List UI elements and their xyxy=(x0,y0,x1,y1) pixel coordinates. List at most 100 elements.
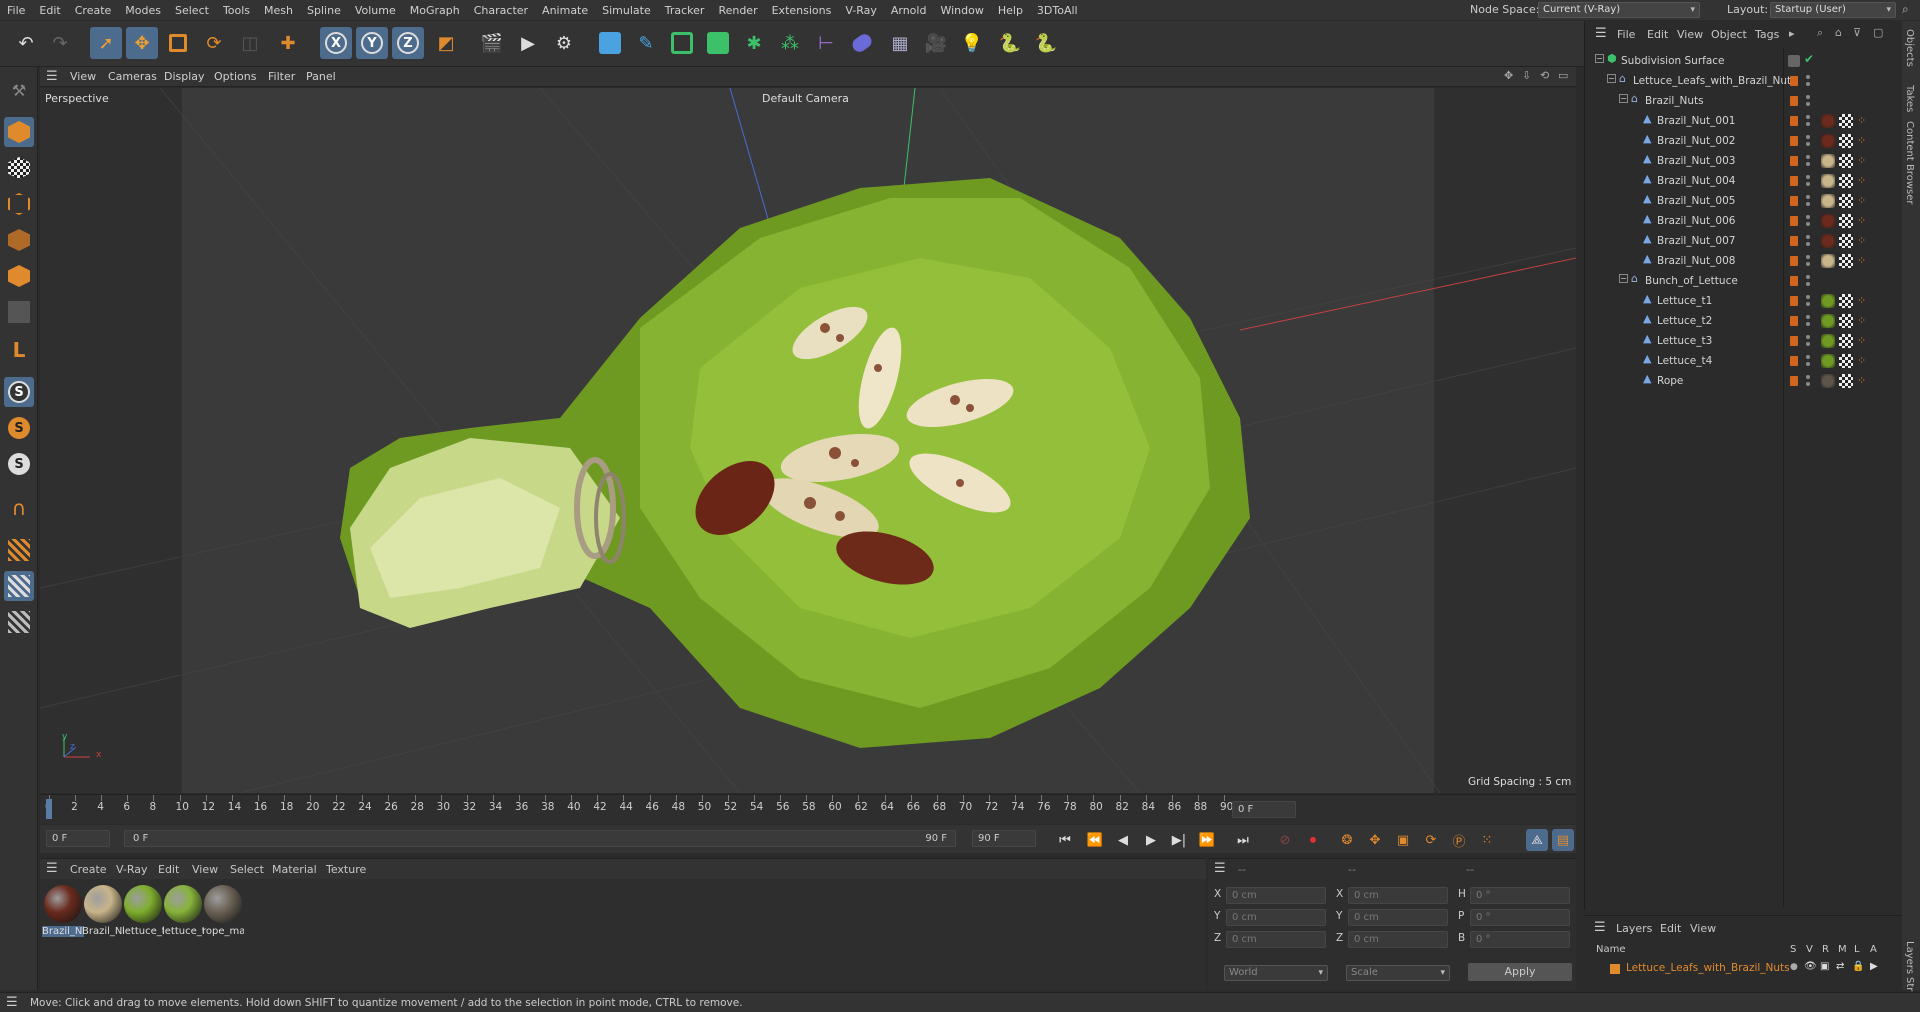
uvw-tag-icon[interactable] xyxy=(1839,314,1853,328)
visibility-toggle-icon[interactable] xyxy=(1806,354,1810,368)
layer-color-dot[interactable] xyxy=(1790,136,1798,146)
uvw-tag-icon[interactable] xyxy=(1839,114,1853,128)
material-tag-icon[interactable] xyxy=(1821,374,1835,388)
menu-mesh[interactable]: Mesh xyxy=(257,4,300,17)
layer-row[interactable]: Lettuce_Leafs_with_Brazil_Nuts ● 👁 ▣ ⇄ 🔒… xyxy=(1584,960,1902,978)
layer-color-dot[interactable] xyxy=(1790,376,1798,386)
material-tag-icon[interactable] xyxy=(1821,134,1835,148)
texture-mode-button[interactable] xyxy=(4,153,34,183)
object-menu-file[interactable]: File xyxy=(1617,28,1635,41)
visibility-toggle-icon[interactable] xyxy=(1806,294,1810,308)
material-tag-icon[interactable] xyxy=(1821,314,1835,328)
phong-tag-icon[interactable]: ⁘ xyxy=(1857,114,1871,128)
uvw-tag-icon[interactable] xyxy=(1839,374,1853,388)
phong-tag-icon[interactable]: ⁘ xyxy=(1857,334,1871,348)
expand-toggle-icon[interactable]: − xyxy=(1595,54,1604,63)
layer-color-dot[interactable] xyxy=(1790,96,1798,106)
coord-value-field[interactable]: 0 cm xyxy=(1226,931,1326,948)
cube-button[interactable] xyxy=(594,27,626,59)
material-tag-icon[interactable] xyxy=(1821,114,1835,128)
phong-tag-icon[interactable]: ⁘ xyxy=(1857,174,1871,188)
tab-content-browser[interactable]: Content Browser xyxy=(1904,121,1915,204)
previous-frame-button[interactable]: ◀ xyxy=(1112,829,1134,851)
phong-tag-icon[interactable]: ⁘ xyxy=(1857,254,1871,268)
coordinate-system-button[interactable]: ◩ xyxy=(430,27,462,59)
deformer-button[interactable]: ⊢ xyxy=(810,27,842,59)
object-menu-view[interactable]: View xyxy=(1677,28,1703,41)
visibility-toggle-icon[interactable] xyxy=(1806,214,1810,228)
layer-menu-edit[interactable]: Edit xyxy=(1660,922,1681,935)
field-button[interactable] xyxy=(846,27,878,59)
layer-color-dot[interactable] xyxy=(1790,76,1798,86)
visibility-toggle-icon[interactable] xyxy=(1806,154,1810,168)
current-frame-field[interactable]: 0 F xyxy=(46,830,110,847)
coord-value-field[interactable]: 0 cm xyxy=(1226,909,1326,926)
autokey-button[interactable]: ⏺ xyxy=(1302,829,1324,851)
frame-range-slider[interactable]: 0 F 90 F xyxy=(124,830,956,847)
motion-tracking-button[interactable]: ⟁ xyxy=(1526,829,1548,851)
hamburger-icon[interactable]: ☰ xyxy=(1594,920,1606,935)
light-button[interactable]: 💡 xyxy=(956,27,988,59)
material-swatch[interactable]: rope_ma xyxy=(202,885,246,945)
transform-mode-dropdown[interactable]: Scale xyxy=(1346,965,1450,981)
object-row[interactable]: ▲ Brazil_Nut_005 ⁘ xyxy=(1585,191,1903,211)
key-rotation-button[interactable]: ⟳ xyxy=(1420,829,1442,851)
object-home-icon[interactable]: ⌂ xyxy=(1835,26,1842,39)
apply-button[interactable]: Apply xyxy=(1468,963,1572,981)
visibility-toggle-icon[interactable] xyxy=(1806,254,1810,268)
material-tag-icon[interactable] xyxy=(1821,214,1835,228)
object-row[interactable]: ▲ Lettuce_t3 ⁘ xyxy=(1585,331,1903,351)
cloner-button[interactable]: ✱ xyxy=(738,27,770,59)
visibility-toggle-icon[interactable] xyxy=(1806,374,1810,388)
object-menu-tags[interactable]: Tags xyxy=(1755,28,1779,41)
layout-dropdown[interactable]: Startup (User) xyxy=(1770,2,1896,18)
layer-color-dot[interactable] xyxy=(1790,316,1798,326)
render-settings-button[interactable]: ⚙ xyxy=(548,27,580,59)
redo-button[interactable]: ↷ xyxy=(44,27,76,59)
hamburger-icon[interactable]: ☰ xyxy=(46,69,58,84)
layer-color-dot[interactable] xyxy=(1790,296,1798,306)
subdivision-button[interactable] xyxy=(666,27,698,59)
visibility-toggle-icon[interactable] xyxy=(1806,114,1810,128)
viewport-menu-options[interactable]: Options xyxy=(214,70,256,83)
menu-spline[interactable]: Spline xyxy=(300,4,348,17)
phong-tag-icon[interactable]: ⁘ xyxy=(1857,354,1871,368)
layer-color-dot[interactable] xyxy=(1790,236,1798,246)
object-row[interactable]: − ⬢ Subdivision Surface ✔ xyxy=(1585,51,1903,71)
menu-render[interactable]: Render xyxy=(711,4,764,17)
object-row[interactable]: ▲ Brazil_Nut_001 ⁘ xyxy=(1585,111,1903,131)
menu-help[interactable]: Help xyxy=(991,4,1030,17)
tab-structure[interactable]: Str xyxy=(1904,977,1915,991)
3d-viewport[interactable]: Perspective Default Camera Grid Spacing … xyxy=(40,88,1576,793)
layer-color-dot[interactable] xyxy=(1790,256,1798,266)
object-menu-edit[interactable]: Edit xyxy=(1647,28,1668,41)
make-editable-button[interactable]: ⚒ xyxy=(4,75,34,105)
visibility-toggle-icon[interactable] xyxy=(1806,134,1810,148)
lock-workplane-button[interactable] xyxy=(4,607,34,637)
expand-toggle-icon[interactable]: − xyxy=(1619,94,1628,103)
coord-value-field[interactable]: 0 cm xyxy=(1226,887,1326,904)
menu-character[interactable]: Character xyxy=(467,4,535,17)
menu-volume[interactable]: Volume xyxy=(348,4,403,17)
hamburger-icon[interactable]: ☰ xyxy=(46,861,58,876)
coord-value-field[interactable]: 0 cm xyxy=(1348,931,1448,948)
menu-create[interactable]: Create xyxy=(68,4,119,17)
material-menu-select[interactable]: Select xyxy=(230,863,264,876)
snap-settings-button[interactable]: S xyxy=(4,413,34,443)
uvw-tag-icon[interactable] xyxy=(1839,214,1853,228)
menu-tools[interactable]: Tools xyxy=(216,4,257,17)
visibility-toggle-icon[interactable] xyxy=(1806,94,1810,108)
timeline-ruler[interactable]: 0246810121416182022242628303234363840424… xyxy=(40,794,1576,824)
tab-layers[interactable]: Layers xyxy=(1904,941,1915,974)
array-button[interactable]: ⁂ xyxy=(774,27,806,59)
pen-tool-button[interactable]: ✎ xyxy=(630,27,662,59)
phong-tag-icon[interactable]: ⁘ xyxy=(1857,194,1871,208)
viewport-menu-view[interactable]: View xyxy=(70,70,96,83)
viewport-menu-cameras[interactable]: Cameras xyxy=(108,70,157,83)
layer-color-dot[interactable] xyxy=(1790,196,1798,206)
layer-color-dot[interactable] xyxy=(1790,336,1798,346)
key-parameter-button[interactable]: Ⓟ xyxy=(1448,829,1470,851)
edges-mode-button[interactable] xyxy=(4,225,34,255)
previous-key-button[interactable]: ⏪ xyxy=(1084,829,1106,851)
move-button[interactable]: ✥ xyxy=(126,27,158,59)
